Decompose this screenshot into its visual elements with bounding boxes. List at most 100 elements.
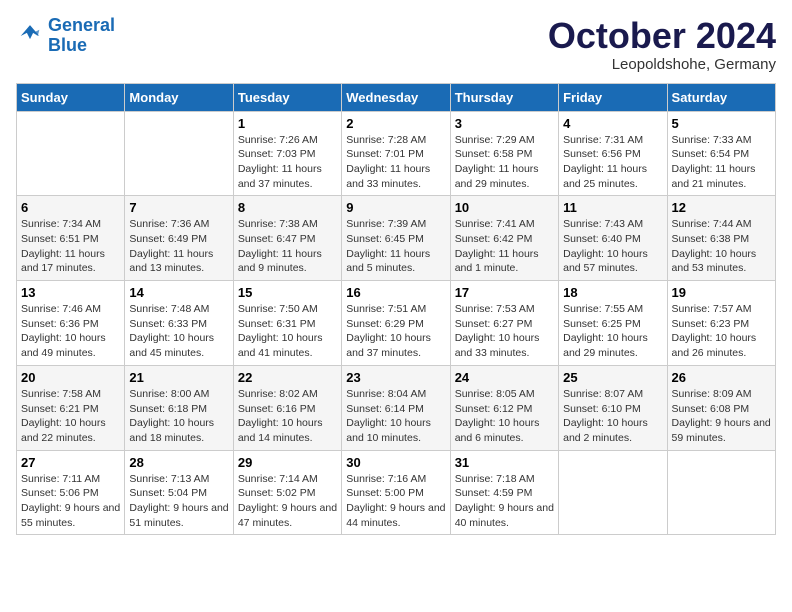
calendar-cell: 8 Sunrise: 7:38 AM Sunset: 6:47 PM Daylig… bbox=[233, 196, 341, 281]
day-number: 26 bbox=[672, 370, 771, 385]
day-info: Sunrise: 8:04 AM Sunset: 6:14 PM Dayligh… bbox=[346, 387, 445, 446]
day-info: Sunrise: 7:26 AM Sunset: 7:03 PM Dayligh… bbox=[238, 133, 337, 192]
calendar-cell: 16 Sunrise: 7:51 AM Sunset: 6:29 PM Dayli… bbox=[342, 281, 450, 366]
calendar-cell: 17Sunrise: 7:53 AM Sunset: 6:27 PM Dayli… bbox=[450, 281, 558, 366]
logo-text: General Blue bbox=[48, 16, 115, 56]
day-number: 2 bbox=[346, 116, 445, 131]
day-info: Sunrise: 7:39 AM Sunset: 6:45 PM Dayligh… bbox=[346, 217, 445, 276]
calendar-cell: 30 Sunrise: 7:16 AM Sunset: 5:00 PM Dayli… bbox=[342, 450, 450, 535]
calendar-cell: 20Sunrise: 7:58 AM Sunset: 6:21 PM Dayli… bbox=[17, 365, 125, 450]
day-info: Sunrise: 7:28 AM Sunset: 7:01 PM Dayligh… bbox=[346, 133, 445, 192]
calendar-cell: 22Sunrise: 8:02 AM Sunset: 6:16 PM Dayli… bbox=[233, 365, 341, 450]
day-info: Sunrise: 7:55 AM Sunset: 6:25 PM Dayligh… bbox=[563, 302, 662, 361]
day-number: 10 bbox=[455, 200, 554, 215]
day-info: Sunrise: 7:16 AM Sunset: 5:00 PM Dayligh… bbox=[346, 472, 445, 531]
calendar-cell: 6 Sunrise: 7:34 AM Sunset: 6:51 PM Daylig… bbox=[17, 196, 125, 281]
day-info: Sunrise: 7:57 AM Sunset: 6:23 PM Dayligh… bbox=[672, 302, 771, 361]
month-title: October 2024 bbox=[548, 16, 776, 56]
day-number: 22 bbox=[238, 370, 337, 385]
day-number: 19 bbox=[672, 285, 771, 300]
day-info: Sunrise: 7:44 AM Sunset: 6:38 PM Dayligh… bbox=[672, 217, 771, 276]
day-info: Sunrise: 7:13 AM Sunset: 5:04 PM Dayligh… bbox=[129, 472, 228, 531]
day-number: 15 bbox=[238, 285, 337, 300]
calendar-cell: 18Sunrise: 7:55 AM Sunset: 6:25 PM Dayli… bbox=[559, 281, 667, 366]
day-info: Sunrise: 7:51 AM Sunset: 6:29 PM Dayligh… bbox=[346, 302, 445, 361]
calendar-cell: 19 Sunrise: 7:57 AM Sunset: 6:23 PM Dayli… bbox=[667, 281, 775, 366]
calendar-cell: 26 Sunrise: 8:09 AM Sunset: 6:08 PM Dayli… bbox=[667, 365, 775, 450]
day-info: Sunrise: 8:07 AM Sunset: 6:10 PM Dayligh… bbox=[563, 387, 662, 446]
logo-bird-icon bbox=[16, 22, 44, 50]
calendar-cell: 13 Sunrise: 7:46 AM Sunset: 6:36 PM Dayli… bbox=[17, 281, 125, 366]
day-number: 8 bbox=[238, 200, 337, 215]
weekday-header-saturday: Saturday bbox=[667, 83, 775, 111]
calendar-table: SundayMondayTuesdayWednesdayThursdayFrid… bbox=[16, 83, 776, 536]
day-info: Sunrise: 7:14 AM Sunset: 5:02 PM Dayligh… bbox=[238, 472, 337, 531]
day-info: Sunrise: 7:38 AM Sunset: 6:47 PM Dayligh… bbox=[238, 217, 337, 276]
calendar-cell: 23 Sunrise: 8:04 AM Sunset: 6:14 PM Dayli… bbox=[342, 365, 450, 450]
weekday-header-thursday: Thursday bbox=[450, 83, 558, 111]
calendar-cell: 4Sunrise: 7:31 AM Sunset: 6:56 PM Daylig… bbox=[559, 111, 667, 196]
title-block: October 2024 Leopoldshohe, Germany bbox=[548, 16, 776, 73]
day-info: Sunrise: 7:34 AM Sunset: 6:51 PM Dayligh… bbox=[21, 217, 120, 276]
day-number: 17 bbox=[455, 285, 554, 300]
day-number: 5 bbox=[672, 116, 771, 131]
weekday-header-wednesday: Wednesday bbox=[342, 83, 450, 111]
calendar-week-row: 1Sunrise: 7:26 AM Sunset: 7:03 PM Daylig… bbox=[17, 111, 776, 196]
calendar-cell: 29 Sunrise: 7:14 AM Sunset: 5:02 PM Dayli… bbox=[233, 450, 341, 535]
day-info: Sunrise: 7:46 AM Sunset: 6:36 PM Dayligh… bbox=[21, 302, 120, 361]
day-number: 30 bbox=[346, 455, 445, 470]
calendar-cell: 10 Sunrise: 7:41 AM Sunset: 6:42 PM Dayli… bbox=[450, 196, 558, 281]
day-number: 31 bbox=[455, 455, 554, 470]
day-info: Sunrise: 7:11 AM Sunset: 5:06 PM Dayligh… bbox=[21, 472, 120, 531]
day-number: 29 bbox=[238, 455, 337, 470]
calendar-cell: 3 Sunrise: 7:29 AM Sunset: 6:58 PM Daylig… bbox=[450, 111, 558, 196]
calendar-cell: 7Sunrise: 7:36 AM Sunset: 6:49 PM Daylig… bbox=[125, 196, 233, 281]
day-number: 28 bbox=[129, 455, 228, 470]
weekday-header-monday: Monday bbox=[125, 83, 233, 111]
day-info: Sunrise: 7:50 AM Sunset: 6:31 PM Dayligh… bbox=[238, 302, 337, 361]
calendar-body: 1Sunrise: 7:26 AM Sunset: 7:03 PM Daylig… bbox=[17, 111, 776, 535]
calendar-cell bbox=[125, 111, 233, 196]
calendar-cell: 31Sunrise: 7:18 AM Sunset: 4:59 PM Dayli… bbox=[450, 450, 558, 535]
day-number: 6 bbox=[21, 200, 120, 215]
calendar-cell: 24Sunrise: 8:05 AM Sunset: 6:12 PM Dayli… bbox=[450, 365, 558, 450]
calendar-cell bbox=[559, 450, 667, 535]
day-number: 25 bbox=[563, 370, 662, 385]
calendar-cell: 9Sunrise: 7:39 AM Sunset: 6:45 PM Daylig… bbox=[342, 196, 450, 281]
day-info: Sunrise: 8:09 AM Sunset: 6:08 PM Dayligh… bbox=[672, 387, 771, 446]
day-info: Sunrise: 7:33 AM Sunset: 6:54 PM Dayligh… bbox=[672, 133, 771, 192]
page-header: General Blue October 2024 Leopoldshohe, … bbox=[16, 16, 776, 73]
calendar-week-row: 27Sunrise: 7:11 AM Sunset: 5:06 PM Dayli… bbox=[17, 450, 776, 535]
weekday-header-tuesday: Tuesday bbox=[233, 83, 341, 111]
calendar-cell: 5 Sunrise: 7:33 AM Sunset: 6:54 PM Daylig… bbox=[667, 111, 775, 196]
day-info: Sunrise: 7:48 AM Sunset: 6:33 PM Dayligh… bbox=[129, 302, 228, 361]
day-number: 13 bbox=[21, 285, 120, 300]
day-number: 16 bbox=[346, 285, 445, 300]
day-number: 3 bbox=[455, 116, 554, 131]
weekday-header-row: SundayMondayTuesdayWednesdayThursdayFrid… bbox=[17, 83, 776, 111]
day-info: Sunrise: 8:00 AM Sunset: 6:18 PM Dayligh… bbox=[129, 387, 228, 446]
day-number: 24 bbox=[455, 370, 554, 385]
calendar-cell: 21 Sunrise: 8:00 AM Sunset: 6:18 PM Dayli… bbox=[125, 365, 233, 450]
calendar-cell: 12Sunrise: 7:44 AM Sunset: 6:38 PM Dayli… bbox=[667, 196, 775, 281]
location: Leopoldshohe, Germany bbox=[548, 56, 776, 73]
day-info: Sunrise: 7:58 AM Sunset: 6:21 PM Dayligh… bbox=[21, 387, 120, 446]
day-number: 7 bbox=[129, 200, 228, 215]
calendar-week-row: 6 Sunrise: 7:34 AM Sunset: 6:51 PM Daylig… bbox=[17, 196, 776, 281]
calendar-cell: 27Sunrise: 7:11 AM Sunset: 5:06 PM Dayli… bbox=[17, 450, 125, 535]
calendar-week-row: 20Sunrise: 7:58 AM Sunset: 6:21 PM Dayli… bbox=[17, 365, 776, 450]
day-number: 14 bbox=[129, 285, 228, 300]
day-info: Sunrise: 7:29 AM Sunset: 6:58 PM Dayligh… bbox=[455, 133, 554, 192]
calendar-cell: 15 Sunrise: 7:50 AM Sunset: 6:31 PM Dayli… bbox=[233, 281, 341, 366]
calendar-cell: 11Sunrise: 7:43 AM Sunset: 6:40 PM Dayli… bbox=[559, 196, 667, 281]
calendar-cell: 25 Sunrise: 8:07 AM Sunset: 6:10 PM Dayli… bbox=[559, 365, 667, 450]
weekday-header-friday: Friday bbox=[559, 83, 667, 111]
day-number: 21 bbox=[129, 370, 228, 385]
calendar-cell: 1Sunrise: 7:26 AM Sunset: 7:03 PM Daylig… bbox=[233, 111, 341, 196]
calendar-cell: 14 Sunrise: 7:48 AM Sunset: 6:33 PM Dayli… bbox=[125, 281, 233, 366]
day-info: Sunrise: 7:41 AM Sunset: 6:42 PM Dayligh… bbox=[455, 217, 554, 276]
day-number: 23 bbox=[346, 370, 445, 385]
logo: General Blue bbox=[16, 16, 115, 56]
calendar-cell bbox=[667, 450, 775, 535]
day-info: Sunrise: 7:43 AM Sunset: 6:40 PM Dayligh… bbox=[563, 217, 662, 276]
